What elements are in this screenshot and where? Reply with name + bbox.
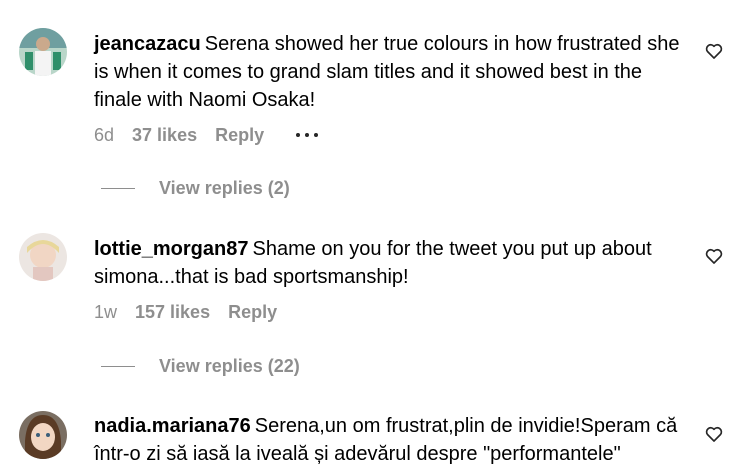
view-replies-button[interactable]: View replies (22) <box>101 354 300 378</box>
comment-likes[interactable]: 157 likes <box>135 302 210 323</box>
comment-timestamp[interactable]: 1w <box>94 302 117 323</box>
avatar-image <box>19 28 67 76</box>
replies-divider <box>101 365 135 367</box>
view-replies-button[interactable]: View replies (2) <box>101 176 290 200</box>
reply-button[interactable]: Reply <box>228 302 277 323</box>
avatar[interactable] <box>19 411 67 459</box>
more-options-icon[interactable] <box>296 133 319 137</box>
heart-outline-icon[interactable] <box>704 41 724 61</box>
comment-body: nadia.mariana76 Serena,un om frustrat,pli… <box>94 412 694 468</box>
avatar-image <box>19 233 67 281</box>
view-replies-label: View replies (2) <box>159 177 290 198</box>
comment-meta: 6d 37 likes Reply <box>94 123 319 147</box>
comment-timestamp[interactable]: 6d <box>94 125 114 146</box>
comment-username[interactable]: nadia.mariana76 <box>94 415 251 437</box>
comment-body: lottie_morgan87 Shame on you for the twee… <box>94 235 694 291</box>
avatar-image <box>19 411 67 459</box>
heart-outline-icon[interactable] <box>704 246 724 266</box>
reply-button[interactable]: Reply <box>215 125 264 146</box>
comment-username[interactable]: lottie_morgan87 <box>94 238 248 260</box>
comment-username[interactable]: jeancazacu <box>94 33 201 55</box>
replies-divider <box>101 187 135 189</box>
comment-likes[interactable]: 37 likes <box>132 125 197 146</box>
comment-body: jeancazacu Serena showed her true colours… <box>94 30 694 114</box>
avatar[interactable] <box>19 28 67 76</box>
avatar[interactable] <box>19 233 67 281</box>
comment-meta: 1w 157 likes Reply <box>94 300 277 324</box>
heart-outline-icon[interactable] <box>704 424 724 444</box>
view-replies-label: View replies (22) <box>159 355 300 376</box>
